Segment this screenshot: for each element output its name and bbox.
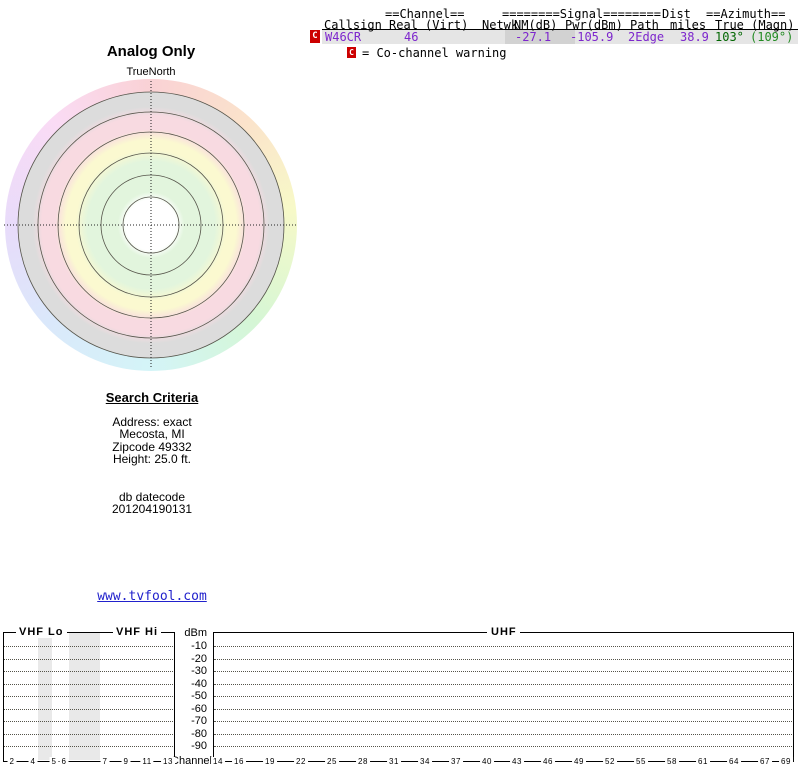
- top-border-segment: [519, 632, 794, 633]
- gridline-vhf: [4, 746, 173, 747]
- search-criteria-heading: Search Criteria: [105, 390, 199, 405]
- cell-miles: 38.9: [680, 30, 709, 44]
- radar-grid: [4, 81, 298, 368]
- uhf-panel-right-border: [793, 632, 794, 762]
- gridline-vhf: [4, 671, 173, 672]
- y-tick-label: -50: [191, 690, 207, 702]
- y-tick-label: -30: [191, 665, 207, 677]
- channel-tick-label: 40: [480, 757, 494, 766]
- channel-tick-label: 49: [572, 757, 586, 766]
- gridline-vhf: [4, 646, 173, 647]
- channel-tick-label: 16: [232, 757, 246, 766]
- band-label-vhf-hi: VHF Hi: [113, 626, 162, 638]
- uhf-panel-left-border: [213, 632, 214, 762]
- cell-azimuth-magn: (109°): [750, 30, 794, 44]
- legend-co-channel-label: = Co-channel warning: [362, 46, 507, 60]
- y-tick-label: -90: [191, 740, 207, 752]
- y-tick-label: -70: [191, 715, 207, 727]
- gridline-vhf: [4, 684, 173, 685]
- channel-tick-label: 37: [449, 757, 463, 766]
- channel-tick-label: 22: [294, 757, 308, 766]
- co-channel-flag: C: [310, 30, 320, 43]
- channel-tick-label: 67: [758, 757, 772, 766]
- col-header-virt: (Virt): [425, 18, 469, 32]
- criteria-city: Mecosta, MI: [119, 427, 185, 442]
- top-border-segment: [213, 632, 487, 633]
- gridline-uhf: [214, 721, 792, 722]
- channel-tick-label: 31: [387, 757, 401, 766]
- cell-nm-db: -27.1: [515, 30, 552, 44]
- y-tick-label: -60: [191, 703, 207, 715]
- channel-tick-label: 52: [603, 757, 617, 766]
- channel-tick-label: 55: [634, 757, 648, 766]
- channel-tick-label: 69: [779, 757, 793, 766]
- channel-tick-label: 19: [263, 757, 277, 766]
- gridline-uhf: [214, 734, 792, 735]
- tvfool-link[interactable]: www.tvfool.com: [52, 589, 252, 604]
- channel-tick-label: 58: [665, 757, 679, 766]
- top-border-segment: [62, 632, 113, 633]
- y-tick-label: -80: [191, 728, 207, 740]
- gridline-vhf: [4, 696, 173, 697]
- channel-tick-label: 14: [211, 757, 225, 766]
- tvfool-report-page: ==Channel== ========Signal======== Dist …: [0, 0, 800, 768]
- vhf-panel-left-border: [3, 632, 4, 762]
- band-label-uhf: UHF: [488, 626, 520, 638]
- search-criteria: Search Criteria Address: exact Mecosta, …: [52, 390, 252, 515]
- y-tick-label: -20: [191, 653, 207, 665]
- gridline-uhf: [214, 696, 792, 697]
- channel-tick-label: 13: [161, 757, 175, 766]
- cell-callsign[interactable]: W46CR: [325, 31, 361, 44]
- gridline-vhf: [4, 659, 173, 660]
- channel-tick-label: 34: [418, 757, 432, 766]
- criteria-height: Height: 25.0 ft.: [112, 452, 192, 467]
- gridline-vhf: [4, 709, 173, 710]
- cell-path: 2Edge: [628, 30, 665, 44]
- cell-pwr-dbm: -105.9: [570, 30, 614, 44]
- gridline-uhf: [214, 684, 792, 685]
- channel-tick-label: 6: [59, 757, 69, 766]
- gridline-uhf: [214, 671, 792, 672]
- legend-co-channel-flag: C: [347, 47, 356, 58]
- gridline-vhf: [4, 734, 173, 735]
- gridline-vhf: [4, 721, 173, 722]
- gridline-uhf: [214, 659, 792, 660]
- band-label-vhf-lo: VHF Lo: [16, 626, 67, 638]
- col-header-netwk: Netwk: [482, 18, 519, 32]
- y-tick-label: -10: [191, 640, 207, 652]
- cell-real-channel: 46: [404, 30, 419, 44]
- top-border-segment: [3, 632, 16, 633]
- db-datecode-value: 201204190131: [111, 502, 193, 517]
- channel-tick-label: 43: [510, 757, 524, 766]
- y-tick-label: -40: [191, 678, 207, 690]
- gridline-uhf: [214, 709, 792, 710]
- channel-tick-label: 7: [100, 757, 110, 766]
- radar-title: Analog Only: [106, 43, 196, 60]
- channel-tick-label: 28: [356, 757, 370, 766]
- cell-azimuth-true: 103°: [715, 30, 744, 44]
- y-axis-title: dBm: [184, 627, 207, 639]
- channel-tick-label: 46: [541, 757, 555, 766]
- channel-tick-label: 2: [7, 757, 17, 766]
- channel-tick-label: 5: [49, 757, 59, 766]
- channel-tick-label: 64: [727, 757, 741, 766]
- gridline-uhf: [214, 746, 792, 747]
- channel-tick-label: 9: [121, 757, 131, 766]
- channel-tick-label: 11: [140, 757, 154, 766]
- channel-tick-label: 25: [325, 757, 339, 766]
- channel-tick-label: 61: [696, 757, 710, 766]
- gridline-uhf: [214, 646, 792, 647]
- channel-tick-label: 4: [28, 757, 38, 766]
